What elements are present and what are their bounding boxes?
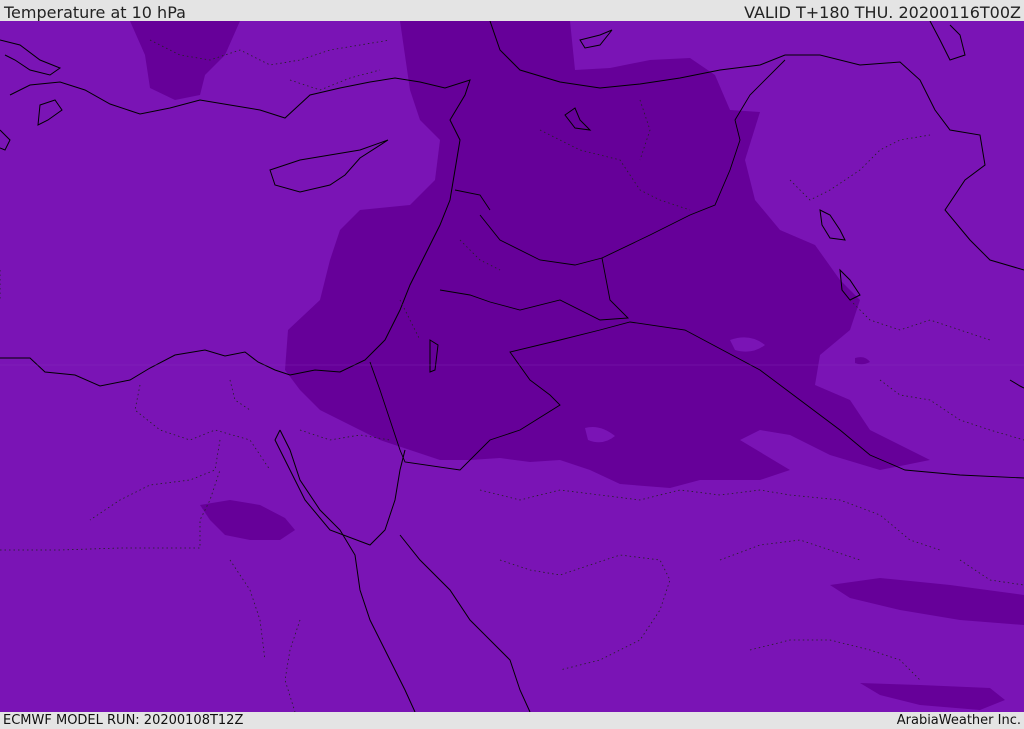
temperature-map bbox=[0, 21, 1024, 712]
footer-bar: ECMWF MODEL RUN: 20200108T12Z ArabiaWeat… bbox=[0, 712, 1024, 729]
header-bar: Temperature at 10 hPa VALID T+180 THU. 2… bbox=[0, 0, 1024, 22]
brand-credit: ArabiaWeather Inc. bbox=[896, 713, 1021, 728]
valid-time: VALID T+180 THU. 20200116T00Z bbox=[744, 3, 1021, 22]
map-title: Temperature at 10 hPa bbox=[4, 3, 186, 22]
model-run: ECMWF MODEL RUN: 20200108T12Z bbox=[3, 713, 244, 728]
